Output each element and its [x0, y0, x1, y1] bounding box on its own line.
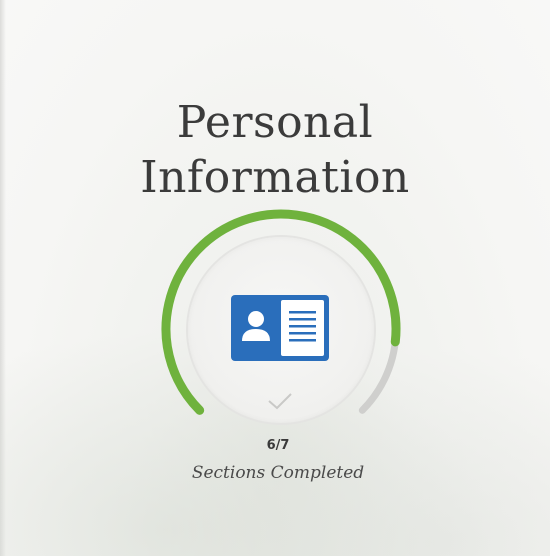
- id-card-icon: [231, 295, 329, 361]
- checkmark-icon: [268, 393, 292, 410]
- sections-count: 6/7: [266, 438, 290, 453]
- section-progress-widget: 6/7 Sections Completed: [0, 0, 550, 556]
- sections-caption: Sections Completed: [191, 463, 365, 483]
